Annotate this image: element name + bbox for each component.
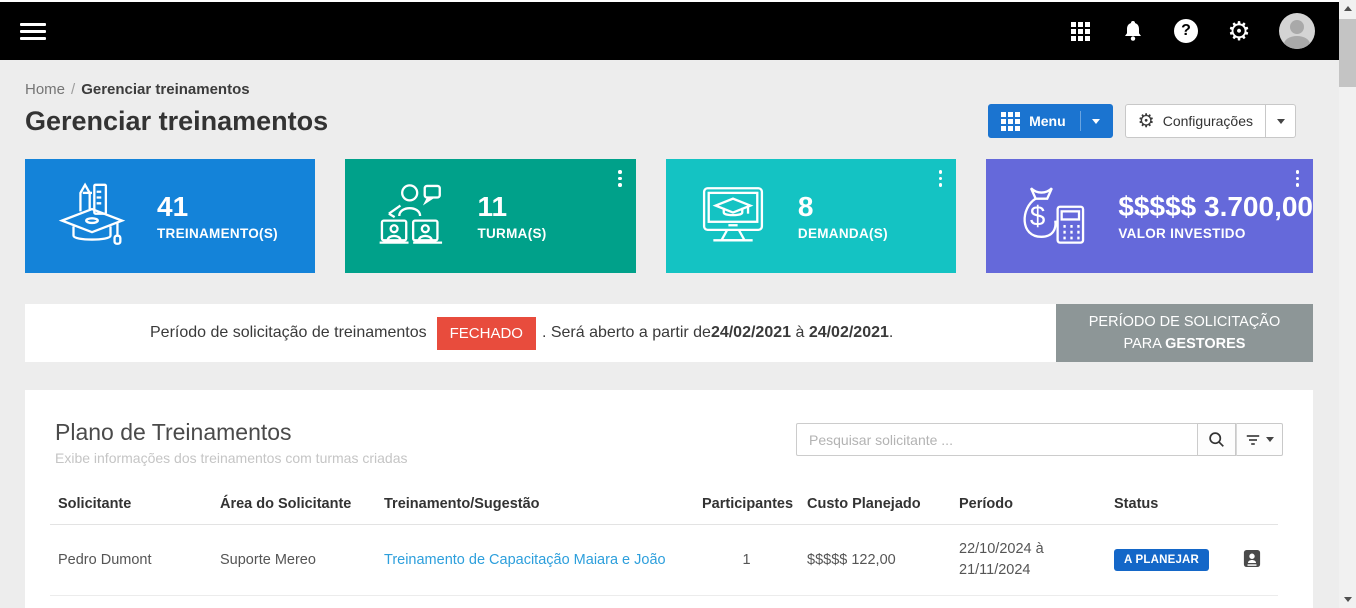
col-header-participantes: Participantes (694, 486, 799, 525)
card-turmas-value: 11 (477, 191, 546, 223)
gestores-line2: PARA GESTORES (1124, 333, 1246, 355)
bell-glyph (1121, 19, 1145, 43)
breadcrumb-separator: / (71, 81, 75, 98)
col-header-periodo: Período (951, 486, 1106, 525)
treinamentos-table: Solicitante Área do Solicitante Treiname… (50, 486, 1278, 608)
help-icon[interactable]: ? (1173, 18, 1199, 44)
card-treinamentos-value: 41 (157, 191, 278, 223)
cell-status: A PLANEJAR (1106, 525, 1226, 596)
cell-custo: $$$$$ 122,00 (799, 525, 951, 596)
apps-grid-icon[interactable] (1067, 18, 1093, 44)
card-valor-label: VALOR INVESTIDO (1118, 226, 1313, 241)
card-demandas-kebab-icon[interactable] (937, 168, 945, 189)
gestores-line2-prefix: PARA (1124, 336, 1166, 352)
card-demandas: 8 DEMANDA(S) (666, 159, 956, 273)
menu-grid-icon (1001, 112, 1020, 131)
gear-glyph: ⚙ (1227, 18, 1250, 44)
gestores-line2-bold: GESTORES (1165, 336, 1245, 352)
cell-solicitante: Pedro Dumont (50, 525, 212, 596)
banner-text-end: . (889, 324, 893, 342)
banner-date-end: 24/02/2021 (809, 324, 889, 342)
card-valor-investido: $ $$$$$ 3.700,00 VALOR INVESTIDO (986, 159, 1313, 273)
filter-icon (1245, 433, 1261, 447)
table-row: 01/10/2024 à (50, 596, 1278, 608)
table-header-row: Solicitante Área do Solicitante Treiname… (50, 486, 1278, 525)
card-demandas-value: 8 (798, 191, 888, 223)
gestores-line1: PERÍODO DE SOLICITAÇÃO (1089, 311, 1281, 333)
breadcrumb-home-link[interactable]: Home (25, 81, 65, 98)
participant-badge-icon[interactable] (1243, 549, 1261, 572)
cell-actions (1226, 525, 1278, 596)
col-header-actions (1226, 486, 1278, 525)
menu-button[interactable]: Menu (988, 104, 1113, 138)
configuracoes-button[interactable]: ⚙ Configurações (1125, 104, 1266, 138)
breadcrumb: Home / Gerenciar treinamentos (25, 81, 1339, 98)
status-badge-fechado: FECHADO (437, 317, 536, 350)
classroom-icon (375, 179, 449, 253)
col-header-solicitante: Solicitante (50, 486, 212, 525)
cell-periodo: 01/10/2024 à (951, 596, 1106, 608)
plano-treinamentos-panel: Plano de Treinamentos Exibe informações … (25, 390, 1313, 608)
chevron-down-icon (1277, 119, 1285, 124)
vertical-scrollbar[interactable] (1339, 0, 1356, 608)
card-valor-kebab-icon[interactable] (1294, 168, 1302, 189)
question-mark-glyph: ? (1174, 19, 1198, 43)
graduation-cap-icon (55, 179, 129, 253)
scroll-up-arrow[interactable] (1339, 0, 1356, 17)
col-header-area: Área do Solicitante (212, 486, 376, 525)
col-header-treinamento: Treinamento/Sugestão (376, 486, 694, 525)
search-button[interactable] (1198, 423, 1236, 456)
scrollbar-thumb[interactable] (1339, 19, 1356, 87)
card-turmas-label: TURMA(S) (477, 226, 546, 241)
banner-date-start: 24/02/2021 (711, 324, 791, 342)
configuracoes-button-label: Configurações (1163, 113, 1253, 129)
cell-area: Suporte Mereo (212, 525, 376, 596)
treinamento-link[interactable]: Treinamento de Capacitação Maiara e João (384, 552, 666, 568)
periodo-gestores-box[interactable]: PERÍODO DE SOLICITAÇÃO PARA GESTORES (1056, 304, 1313, 362)
card-treinamentos: 41 TREINAMENTO(S) (25, 159, 315, 273)
settings-gear-icon[interactable]: ⚙ (1226, 18, 1252, 44)
menu-button-label: Menu (1029, 113, 1066, 129)
menu-caret-icon[interactable] (1080, 111, 1100, 131)
col-header-custo: Custo Planejado (799, 486, 951, 525)
status-badge-a-planejar[interactable]: A PLANEJAR (1114, 549, 1209, 571)
banner-text-before: Período de solicitação de treinamentos (150, 324, 427, 342)
banner-text-between: à (791, 324, 809, 342)
cell-periodo: 22/10/2024 à 21/11/2024 (951, 525, 1106, 596)
configuracoes-dropdown-button[interactable] (1266, 104, 1296, 138)
card-treinamentos-label: TREINAMENTO(S) (157, 226, 278, 241)
col-header-status: Status (1106, 486, 1226, 525)
search-icon (1208, 431, 1225, 448)
scroll-down-arrow[interactable] (1339, 591, 1356, 608)
card-turmas: 11 TURMA(S) (345, 159, 635, 273)
chevron-down-icon (1266, 437, 1274, 442)
filter-button[interactable] (1236, 423, 1283, 456)
page-title: Gerenciar treinamentos (25, 106, 328, 137)
card-demandas-label: DEMANDA(S) (798, 226, 888, 241)
hamburger-menu-icon[interactable] (20, 19, 46, 44)
search-input[interactable] (796, 423, 1198, 456)
table-row: Pedro Dumont Suporte Mereo Treinamento d… (50, 525, 1278, 596)
cell-treinamento: Treinamento de Capacitação Maiara e João (376, 525, 694, 596)
svg-text:$: $ (1030, 200, 1045, 231)
periodo-banner: Período de solicitação de treinamentos F… (25, 304, 1056, 362)
apps-grid-glyph (1071, 22, 1090, 41)
money-bag-calculator-icon: $ (1016, 179, 1090, 253)
top-navbar: ? ⚙ (0, 2, 1339, 60)
card-valor-value: $$$$$ 3.700,00 (1118, 191, 1313, 223)
breadcrumb-current: Gerenciar treinamentos (81, 81, 249, 98)
card-turmas-kebab-icon[interactable] (616, 168, 624, 189)
notifications-bell-icon[interactable] (1120, 18, 1146, 44)
app-root: ? ⚙ Home / Gerenciar treinamentos Gerencia… (0, 0, 1356, 608)
cell-participantes: 1 (694, 525, 799, 596)
banner-text-middle: . Será aberto a partir de (542, 324, 711, 342)
periodo-line2: 21/11/2024 (959, 560, 1098, 581)
monitor-graduation-icon (696, 179, 770, 253)
periodo-line1: 22/10/2024 à (959, 539, 1098, 560)
config-gear-icon: ⚙ (1138, 112, 1155, 131)
user-avatar[interactable] (1279, 13, 1315, 49)
